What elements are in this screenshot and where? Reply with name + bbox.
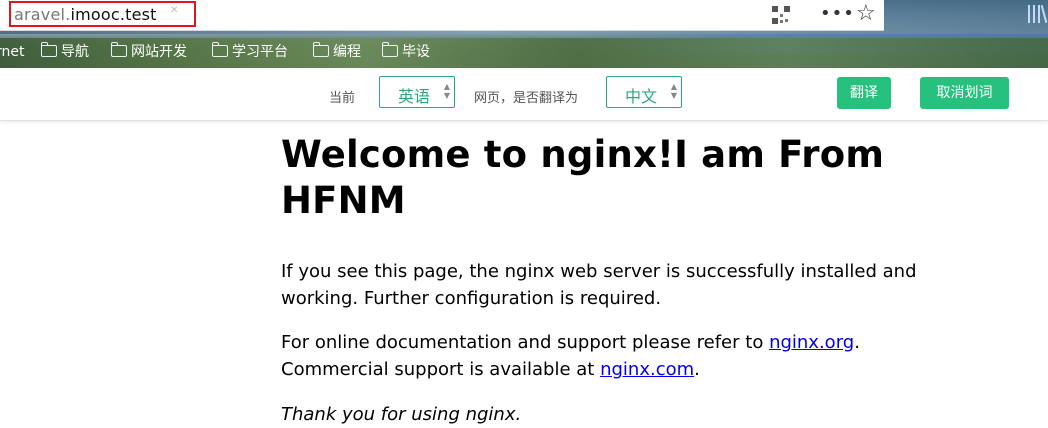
spinner-arrows-icon: ▲ ▼ <box>670 82 677 100</box>
qr-code-icon[interactable] <box>772 6 790 24</box>
thanks-paragraph: Thank you for using nginx. <box>281 404 522 425</box>
page-content: Welcome to nginx!I am From HFNM If you s… <box>281 132 921 425</box>
translate-button[interactable]: 翻译 <box>837 77 891 109</box>
bookmark-item[interactable]: rnet <box>0 42 25 62</box>
spinner-arrows-icon: ▲ ▼ <box>443 82 450 100</box>
cancel-word-selection-button[interactable]: 取消划词 <box>920 77 1009 109</box>
folder-icon <box>40 42 57 57</box>
punctuation: . <box>854 332 860 353</box>
folder-icon <box>110 42 127 57</box>
support-paragraph: For online documentation and support ple… <box>281 329 921 383</box>
bookmark-folder-programming[interactable]: 编程 <box>312 42 361 62</box>
nginx-com-link[interactable]: nginx.com <box>600 359 694 380</box>
clear-url-icon[interactable]: ✕ <box>170 5 182 17</box>
support-text: For online documentation and support ple… <box>281 332 770 353</box>
bookmark-label: 网站开发 <box>131 44 187 60</box>
url-prefix: aravel. <box>14 5 71 24</box>
bookmark-label: 导航 <box>61 44 89 60</box>
translate-toolbar: 当前 英语 ▲ ▼ 网页，是否翻译为 中文 ▲ ▼ 翻译 取消划词 <box>0 68 1048 121</box>
bookmark-label: rnet <box>0 44 25 60</box>
bookmark-label: 毕设 <box>402 44 430 60</box>
bookmark-folder-thesis[interactable]: 毕设 <box>381 42 430 62</box>
more-icon[interactable]: ••• <box>820 4 855 24</box>
url-domain: imooc.test <box>70 5 157 24</box>
browser-chrome: aravel.imooc.test ✕ ••• ☆ rnet 导航 网站开发 学… <box>0 0 1048 68</box>
current-label: 当前 <box>329 91 356 106</box>
folder-icon <box>211 42 228 57</box>
folder-icon <box>381 42 398 57</box>
library-icon[interactable] <box>1026 5 1048 23</box>
source-language-value: 英语 <box>398 87 431 106</box>
bookmark-label: 编程 <box>333 44 361 60</box>
commercial-text: Commercial support is available at <box>281 359 601 380</box>
folder-icon <box>312 42 329 57</box>
bookmark-folder-learning[interactable]: 学习平台 <box>211 42 288 62</box>
bookmark-label: 学习平台 <box>232 44 288 60</box>
translate-question-label: 网页，是否翻译为 <box>474 91 579 106</box>
punctuation: . <box>694 359 700 380</box>
target-language-value: 中文 <box>625 87 658 106</box>
bookmark-folder-nav[interactable]: 导航 <box>40 42 89 62</box>
address-bar[interactable]: aravel.imooc.test ✕ ••• ☆ <box>0 0 884 31</box>
url-text[interactable]: aravel.imooc.test <box>14 5 157 24</box>
intro-paragraph: If you see this page, the nginx web serv… <box>281 261 917 309</box>
star-icon[interactable]: ☆ <box>856 2 876 26</box>
nginx-org-link[interactable]: nginx.org <box>769 332 854 353</box>
bookmark-folder-webdev[interactable]: 网站开发 <box>110 42 187 62</box>
page-heading: Welcome to nginx!I am From HFNM <box>281 133 885 222</box>
source-language-select[interactable]: 英语 ▲ ▼ <box>379 76 455 108</box>
target-language-select[interactable]: 中文 ▲ ▼ <box>606 76 682 108</box>
